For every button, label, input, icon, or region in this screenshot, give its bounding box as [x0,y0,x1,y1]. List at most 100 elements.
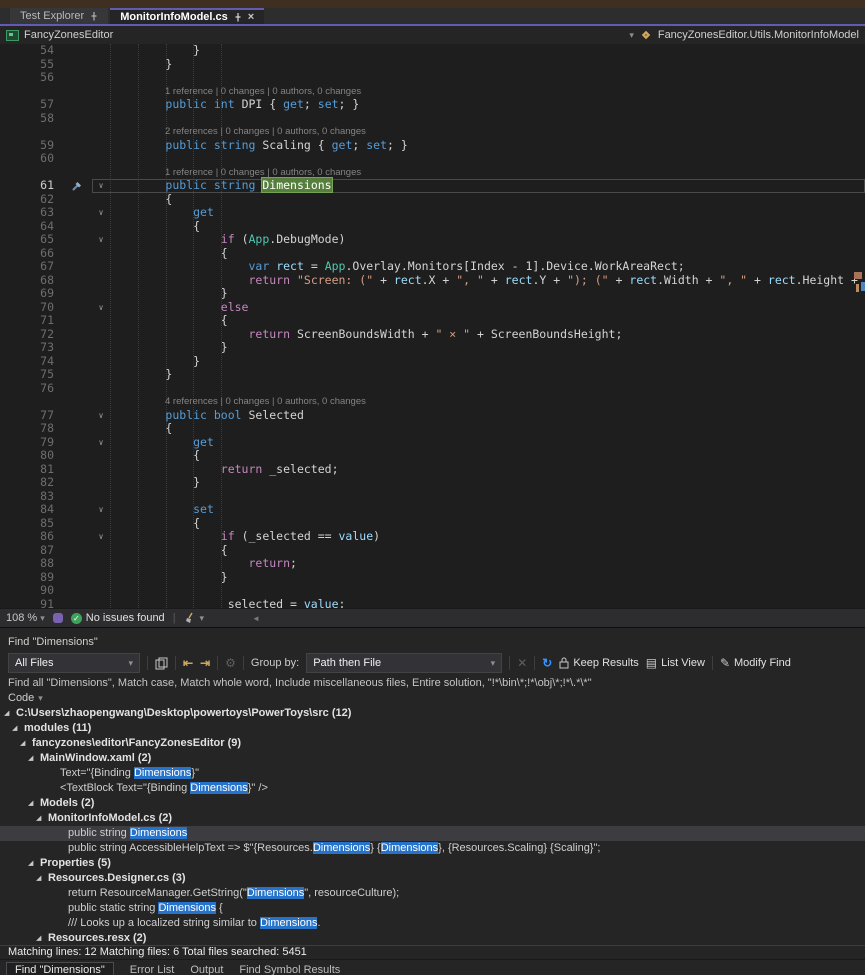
scope-dropdown[interactable]: All Files ▾ [8,653,140,673]
panel-tab[interactable]: Find Symbol Results [239,964,340,975]
code-line[interactable]: 88 return; [0,557,865,571]
code-line[interactable]: 70∨ else [0,301,865,315]
code-line[interactable]: 80 { [0,449,865,463]
tab-monitorinfomodel[interactable]: MonitorInfoModel.cs × [110,8,264,24]
code-line[interactable]: 65∨ if (App.DebugMode) [0,233,865,247]
code-line[interactable]: 73 } [0,341,865,355]
result-group-row[interactable]: ◢fancyzones\editor\FancyZonesEditor (9) [0,736,865,751]
code-line[interactable]: 76 [0,382,865,396]
result-match-row[interactable]: return ResourceManager.GetString("Dimens… [0,886,865,901]
codelens-indicator[interactable]: 4 references | 0 changes | 0 authors, 0 … [0,395,865,409]
code-line[interactable]: 91 _selected = value; [0,598,865,609]
result-match-row[interactable]: /// Looks up a localized string similar … [0,916,865,931]
fold-chevron-icon[interactable]: ∨ [92,233,110,247]
code-editor[interactable]: 54 }55 }561 reference | 0 changes | 0 au… [0,44,865,608]
type-path[interactable]: FancyZonesEditor.Utils.MonitorInfoModel [658,29,859,41]
code-line[interactable]: 60 [0,152,865,166]
code-line[interactable]: 68 return "Screen: (" + rect.X + ", " + … [0,274,865,288]
fold-chevron-icon[interactable]: ∨ [92,206,110,220]
health-status[interactable]: ✓ No issues found [71,612,165,624]
result-group-row[interactable]: ◢Models (2) [0,796,865,811]
group-by-dropdown[interactable]: Path then File ▾ [306,653,502,673]
result-group-row[interactable]: ◢MonitorInfoModel.cs (2) [0,811,865,826]
code-line[interactable]: 85 { [0,517,865,531]
code-line[interactable]: 55 } [0,58,865,72]
fold-chevron-icon[interactable]: ∨ [92,503,110,517]
code-line[interactable]: 83 [0,490,865,504]
expand-triangle-icon[interactable]: ◢ [28,751,40,766]
expand-triangle-icon[interactable]: ◢ [36,931,48,945]
code-line[interactable]: 84∨ set [0,503,865,517]
expand-triangle-icon[interactable]: ◢ [12,721,24,736]
code-line[interactable]: 78 { [0,422,865,436]
result-match-row[interactable]: public string Dimensions [0,826,865,841]
code-line[interactable]: 89 } [0,571,865,585]
expand-triangle-icon[interactable]: ◢ [36,871,48,886]
result-match-row[interactable]: public static string Dimensions { [0,901,865,916]
screwdriver-icon[interactable] [72,180,83,191]
expand-triangle-icon[interactable]: ◢ [36,811,48,826]
chevron-down-icon[interactable]: ▾ [629,30,634,41]
code-line[interactable]: 66 { [0,247,865,261]
fold-chevron-icon[interactable]: ∨ [92,530,110,544]
fold-chevron-icon[interactable]: ∨ [92,179,110,193]
fold-chevron-icon[interactable]: ∨ [92,301,110,315]
panel-tab[interactable]: Find "Dimensions" [6,962,114,975]
keep-results-button[interactable]: Keep Results [559,657,638,669]
tab-test-explorer[interactable]: Test Explorer [10,8,108,24]
expand-triangle-icon[interactable]: ◢ [28,796,40,811]
code-line[interactable]: 56 [0,71,865,85]
code-line[interactable]: 77∨ public bool Selected [0,409,865,423]
code-line[interactable]: 59 public string Scaling { get; set; } [0,139,865,153]
codelens-indicator[interactable]: 1 reference | 0 changes | 0 authors, 0 c… [0,85,865,99]
code-line[interactable]: 71 { [0,314,865,328]
code-line[interactable]: 57 public int DPI { get; set; } [0,98,865,112]
result-match-row[interactable]: Text="{Binding Dimensions}" [0,766,865,781]
result-group-row[interactable]: ◢modules (11) [0,721,865,736]
fold-chevron-icon[interactable]: ∨ [92,409,110,423]
codelens-indicator[interactable]: 2 references | 0 changes | 0 authors, 0 … [0,125,865,139]
pin-icon[interactable] [234,13,242,22]
project-dropdown[interactable]: FancyZonesEditor [24,29,113,41]
result-group-row[interactable]: ◢MainWindow.xaml (2) [0,751,865,766]
result-match-row[interactable]: public string AccessibleHelpText => $"{R… [0,841,865,856]
code-line[interactable]: 90 [0,584,865,598]
hscroll-left-arrow[interactable]: ◄ [252,614,260,623]
code-filter-dropdown[interactable]: Code ▾ [0,691,865,706]
code-line[interactable]: 67 var rect = App.Overlay.Monitors[Index… [0,260,865,274]
result-group-row[interactable]: ◢C:\Users\zhaopengwang\Desktop\powertoys… [0,706,865,721]
find-results[interactable]: ◢C:\Users\zhaopengwang\Desktop\powertoys… [0,706,865,945]
code-line[interactable]: 87 { [0,544,865,558]
settings-icon[interactable]: ⚙ [225,657,236,669]
document-health-icon[interactable] [53,613,63,623]
expand-triangle-icon[interactable]: ◢ [28,856,40,871]
zoom-level-dropdown[interactable]: 108 % ▾ [6,612,45,624]
code-line[interactable]: 86∨ if (_selected == value) [0,530,865,544]
expand-triangle-icon[interactable]: ◢ [4,706,16,721]
result-group-row[interactable]: ◢Properties (5) [0,856,865,871]
code-line[interactable]: 75 } [0,368,865,382]
code-line[interactable]: 63∨ get [0,206,865,220]
panel-tab[interactable]: Output [190,964,223,975]
close-icon[interactable]: × [248,12,254,23]
stop-search-icon[interactable]: ✕ [517,657,527,669]
code-cleanup-button[interactable]: ▾ [184,612,205,624]
list-view-button[interactable]: ▤ List View [646,657,705,669]
fold-chevron-icon[interactable]: ∨ [92,436,110,450]
result-match-row[interactable]: <TextBlock Text="{Binding Dimensions}" /… [0,781,865,796]
code-line[interactable]: 79∨ get [0,436,865,450]
code-line[interactable]: 58 [0,112,865,126]
result-group-row[interactable]: ◢Resources.resx (2) [0,931,865,945]
pin-icon[interactable] [90,12,98,21]
code-line[interactable]: 82 } [0,476,865,490]
code-line[interactable]: 81 return _selected; [0,463,865,477]
modify-find-button[interactable]: ✎ Modify Find [720,657,791,669]
code-line[interactable]: 54 } [0,44,865,58]
panel-tab[interactable]: Error List [130,964,175,975]
code-line[interactable]: 61∨ public string Dimensions [0,179,865,193]
code-line[interactable]: 69 } [0,287,865,301]
refresh-icon[interactable]: ↻ [542,657,552,669]
copy-results-icon[interactable] [155,657,168,670]
expand-triangle-icon[interactable]: ◢ [20,736,32,751]
expand-all-icon[interactable]: ⇥ [200,657,210,669]
